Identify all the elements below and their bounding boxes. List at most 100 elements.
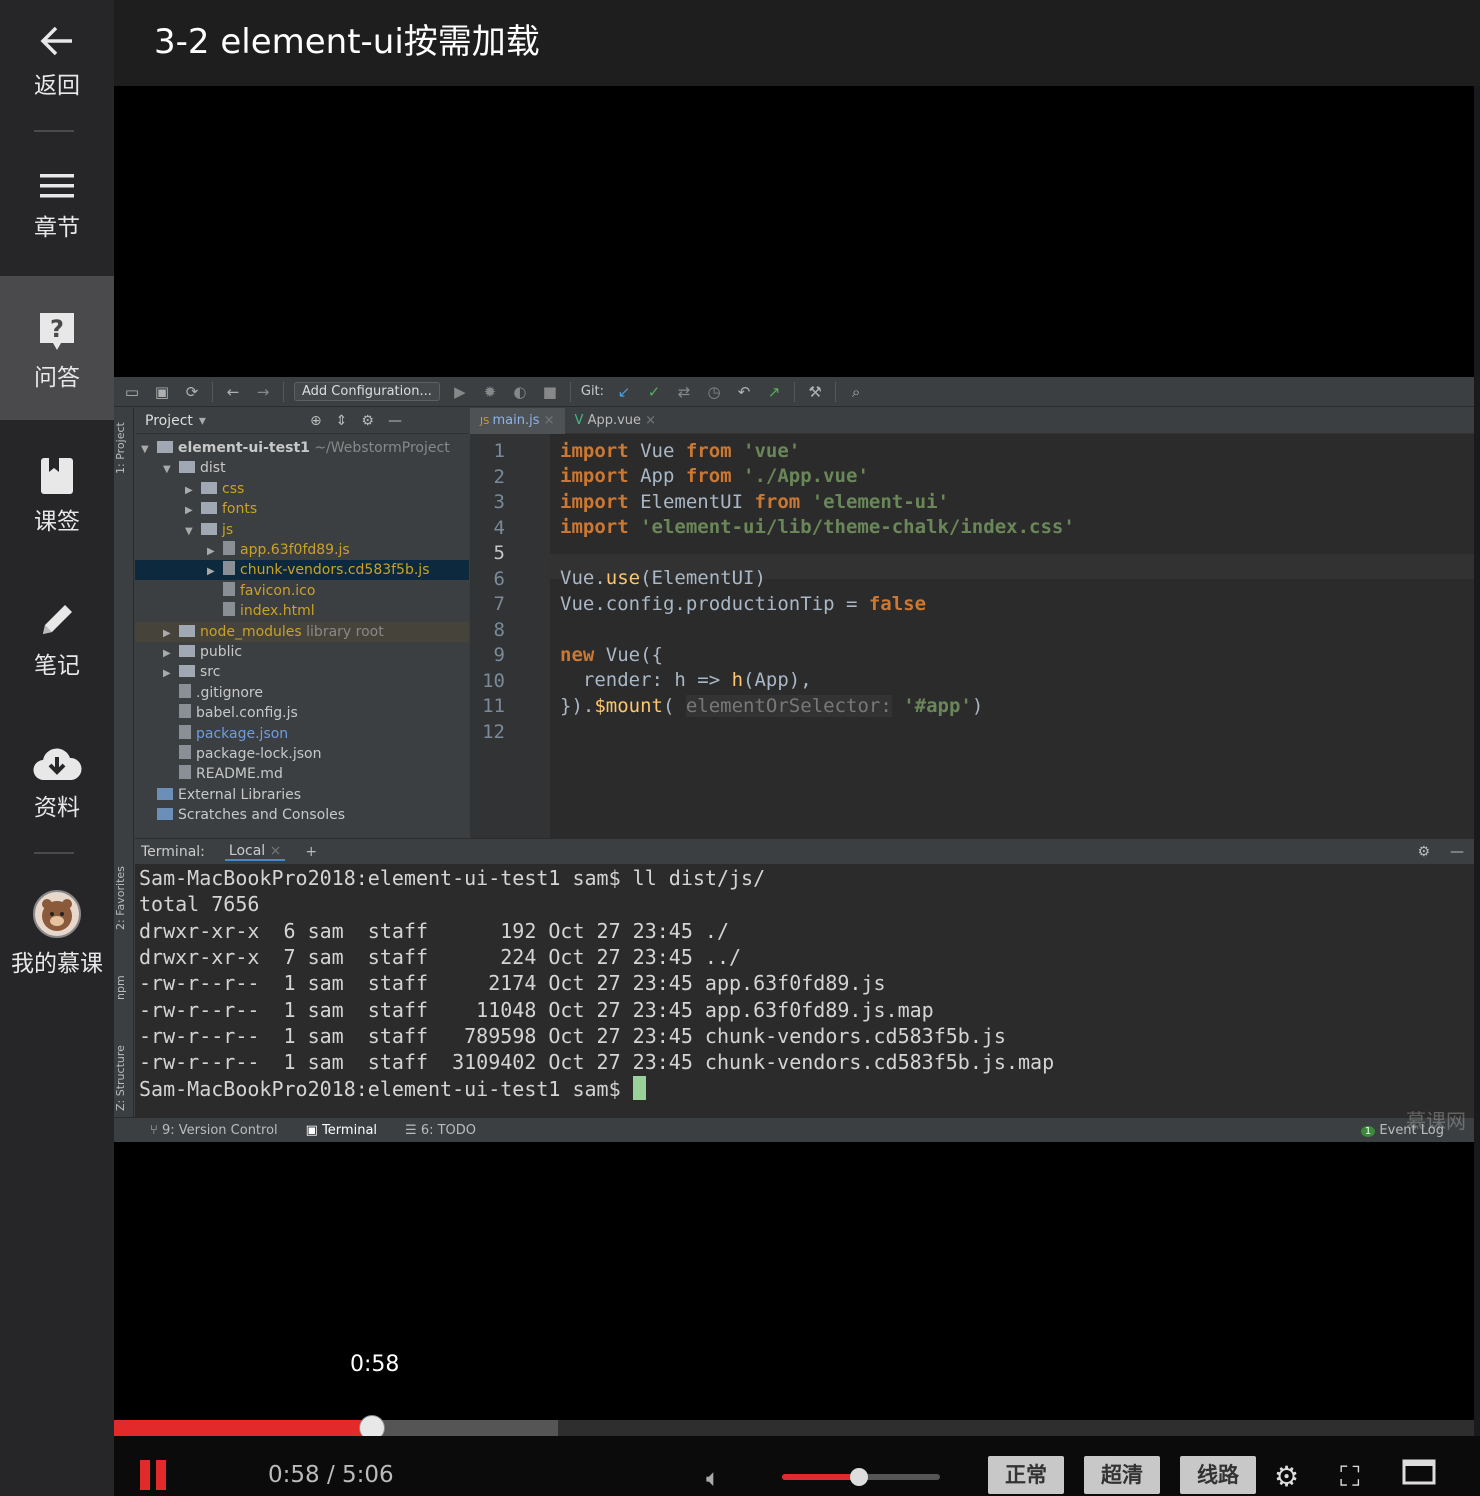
qa-label: 问答 bbox=[34, 365, 80, 391]
code-line-3: import ElementUI from 'element-ui' bbox=[560, 491, 949, 513]
vtab-favorites: 2: Favorites bbox=[114, 866, 127, 930]
file-icon bbox=[223, 602, 235, 617]
fullscreen-icon[interactable]: ⛶ bbox=[1340, 1460, 1360, 1494]
tree-item: .gitignore bbox=[135, 683, 469, 703]
quality-hd-button[interactable]: 超清 bbox=[1084, 1456, 1160, 1494]
terminal-line: -rw-r--r-- 1 sam staff 2174 Oct 27 23:45… bbox=[139, 971, 886, 996]
folder-icon bbox=[201, 522, 217, 535]
file-icon bbox=[223, 541, 235, 555]
back-button[interactable]: 返回 bbox=[0, 22, 114, 100]
my-courses-label: 我的慕课 bbox=[11, 951, 103, 977]
line-number: 4 bbox=[493, 516, 505, 539]
pause-button[interactable] bbox=[140, 1460, 168, 1490]
tree-item: package.json bbox=[135, 724, 469, 744]
volume-slider[interactable] bbox=[782, 1468, 940, 1486]
code-line-7: Vue.config.productionTip = false bbox=[560, 593, 927, 615]
terminal-prompt: Sam-MacBookPro2018:element-ui-test1 sam$ bbox=[139, 1076, 646, 1101]
progress-bar[interactable] bbox=[114, 1415, 1474, 1441]
menu-icon bbox=[40, 174, 74, 198]
code-line-6: Vue.use(ElementUI) bbox=[560, 567, 766, 589]
tree-item: ▶ src bbox=[163, 664, 221, 681]
add-configuration-button: Add Configuration... bbox=[294, 382, 440, 401]
line-number: 5 bbox=[493, 542, 505, 564]
web-fullscreen-icon[interactable] bbox=[1402, 1458, 1436, 1493]
folder-icon bbox=[179, 665, 195, 678]
terminal-line: drwxr-xr-x 6 sam staff 192 Oct 27 23:45 … bbox=[139, 918, 730, 943]
route-button[interactable]: 线路 bbox=[1180, 1456, 1256, 1494]
terminal-line: -rw-r--r-- 1 sam staff 11048 Oct 27 23:4… bbox=[139, 997, 934, 1022]
tree-item: package-lock.json bbox=[135, 744, 469, 764]
minimize-icon: — bbox=[387, 412, 402, 429]
volume-icon[interactable]: 🔈︎ bbox=[706, 1464, 720, 1492]
sync-icon: ⟳ bbox=[185, 382, 199, 401]
version-control-tab: ⑂ 9: Version Control bbox=[150, 1122, 278, 1138]
gear-icon: ⚙ bbox=[361, 412, 374, 429]
ide-toolbar: ▭ ▣ ⟳ ← → Add Configuration... ▶ ✹ ◐ ■ G… bbox=[114, 377, 1474, 407]
materials-button[interactable]: 资料 bbox=[0, 746, 114, 822]
player-controls: 0:58 / 5:06 🔈︎ 正常 超清 线路 ⚙ ⛶ bbox=[114, 1436, 1480, 1496]
tree-item: ▶ public bbox=[163, 644, 243, 660]
vtab-npm: npm bbox=[114, 975, 127, 1001]
chapters-label: 章节 bbox=[34, 215, 80, 241]
vtab-project: 1: Project bbox=[114, 422, 127, 474]
file-icon bbox=[179, 683, 191, 698]
sidebar: 返回 章节 ? 问答 课签 笔记 资料 我的慕课 bbox=[0, 0, 114, 1496]
debug-icon: ✹ bbox=[483, 382, 497, 401]
volume-fill bbox=[782, 1474, 860, 1480]
code-line-9: new Vue({ bbox=[560, 644, 663, 666]
terminal-cursor bbox=[632, 1076, 646, 1101]
line-number: 8 bbox=[493, 618, 505, 641]
wrench-icon: ⚒ bbox=[808, 382, 822, 401]
terminal-line: Sam-MacBookPro2018:element-ui-test1 sam$… bbox=[139, 866, 766, 890]
notes-button[interactable]: 笔记 bbox=[0, 600, 114, 680]
line-number: 1 bbox=[493, 440, 505, 462]
git-compare-icon: ⇄ bbox=[677, 382, 691, 401]
library-icon bbox=[157, 787, 173, 800]
library-icon bbox=[157, 808, 173, 821]
tree-item: ▶ fonts bbox=[185, 501, 258, 518]
terminal-output: Sam-MacBookPro2018:element-ui-test1 sam$… bbox=[135, 864, 1474, 1117]
file-icon bbox=[179, 704, 191, 719]
chapters-button[interactable]: 章节 bbox=[0, 170, 114, 242]
my-courses-button[interactable]: 我的慕课 bbox=[0, 890, 114, 978]
materials-label: 资料 bbox=[34, 795, 80, 821]
terminal-line: drwxr-xr-x 7 sam staff 224 Oct 27 23:45 … bbox=[139, 944, 742, 969]
header: 3-2 element-ui按需加载 bbox=[114, 0, 1480, 86]
tree-item: ▼ element-ui-test1 ~/WebstormProject bbox=[141, 440, 450, 456]
settings-gear-icon[interactable]: ⚙ bbox=[1274, 1460, 1299, 1493]
quality-normal-button[interactable]: 正常 bbox=[988, 1456, 1064, 1494]
terminal-tab: ▣ Terminal bbox=[305, 1122, 378, 1138]
nav-forward-icon: → bbox=[256, 382, 270, 401]
bookmarks-button[interactable]: 课签 bbox=[0, 456, 114, 536]
line-number: 3 bbox=[493, 491, 505, 513]
code-line-1: import Vue from 'vue' bbox=[560, 440, 801, 462]
folder-icon bbox=[201, 481, 217, 494]
git-revert-icon: ↶ bbox=[737, 382, 751, 401]
folder-icon bbox=[157, 441, 173, 453]
tree-item: External Libraries bbox=[135, 785, 469, 805]
collapse-icon: ⇕ bbox=[335, 412, 348, 429]
minimize-icon: — bbox=[1450, 843, 1464, 860]
code-line-11: }).$mount( elementOrSelector: '#app') bbox=[560, 695, 984, 717]
terminal-header: Terminal: Local × + ⚙ — bbox=[135, 838, 1474, 864]
code-line-10: render: h => h(App), bbox=[560, 669, 812, 691]
file-icon bbox=[223, 561, 235, 576]
tree-item: Scratches and Consoles bbox=[135, 805, 469, 825]
git-update-icon: ↙ bbox=[617, 382, 631, 401]
svg-text:?: ? bbox=[50, 315, 64, 343]
terminal-line: total 7656 bbox=[139, 892, 260, 917]
sidebar-divider bbox=[34, 130, 74, 132]
tree-item: ▶ css bbox=[185, 480, 245, 497]
ide-status-bar: ⑂ 9: Version Control ▣ Terminal ☰ 6: TOD… bbox=[114, 1117, 1474, 1142]
video-area[interactable]: ▭ ▣ ⟳ ← → Add Configuration... ▶ ✹ ◐ ■ G… bbox=[114, 86, 1474, 1420]
line-number: 2 bbox=[493, 465, 505, 488]
coverage-icon: ◐ bbox=[513, 382, 527, 401]
bookmark-icon bbox=[41, 458, 73, 494]
tree-item: ▶ chunk-vendors.cd583f5b.js bbox=[135, 560, 469, 581]
volume-handle[interactable] bbox=[850, 1468, 869, 1486]
run-icon: ▶ bbox=[454, 382, 466, 401]
ide-screenshot: ▭ ▣ ⟳ ← → Add Configuration... ▶ ✹ ◐ ■ G… bbox=[114, 377, 1474, 1142]
tree-item: ▶ node_modules library root bbox=[135, 621, 469, 642]
time-bubble: 0:58 bbox=[350, 1352, 400, 1377]
qa-button[interactable]: ? 问答 bbox=[0, 276, 114, 420]
